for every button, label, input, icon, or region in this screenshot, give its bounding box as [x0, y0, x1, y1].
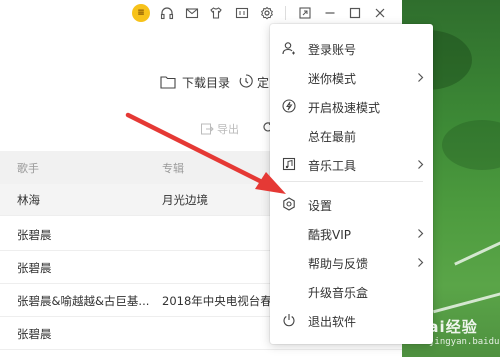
download-dir-button[interactable]: 下载目录 [160, 72, 230, 92]
menu-item-help-feedback[interactable]: 帮助与反馈 [270, 248, 433, 277]
artist-cell: 林海 [17, 193, 40, 207]
lightning-icon [282, 99, 296, 113]
timer-icon[interactable] [238, 73, 254, 89]
export-button[interactable]: 导出 [201, 121, 239, 137]
download-dir-label: 下载目录 [182, 75, 231, 90]
settings-icon [282, 197, 296, 211]
chevron-right-icon [417, 72, 424, 83]
menu-item-label: 帮助与反馈 [308, 257, 369, 271]
menu-item-label: 开启极速模式 [308, 101, 381, 115]
menu-item-settings[interactable]: 设置 [270, 190, 433, 219]
close-icon[interactable] [371, 4, 389, 22]
menu-item-music-tools[interactable]: 音乐工具 [270, 150, 433, 179]
gear-icon[interactable] [258, 4, 276, 22]
column-header-album[interactable]: 专辑 [162, 160, 184, 176]
menu-item-mini-mode[interactable]: 迷你模式 [270, 63, 433, 92]
artist-cell: 张碧晨 [17, 261, 52, 275]
menu-item-login[interactable]: 登录账号 [270, 34, 433, 63]
power-icon [282, 313, 296, 327]
app-window: ≡ 下载目录 定时 导出 歌手 专辑 林海 月光边境 张碧晨 张碧晨 张碧晨&喻… [0, 0, 500, 357]
menu-item-always-on-top[interactable]: 总在最前 [270, 121, 433, 150]
artist-cell: 张碧晨 [17, 327, 52, 341]
restore-icon[interactable] [296, 4, 314, 22]
menu-item-upgrade[interactable]: 升级音乐盒 [270, 277, 433, 306]
headphones-icon[interactable] [158, 4, 176, 22]
chevron-right-icon [417, 159, 424, 170]
maximize-icon[interactable] [346, 4, 364, 22]
mini-player-icon[interactable] [233, 4, 251, 22]
main-menu-dropdown: 登录账号 迷你模式 开启极速模式 总在最前 音乐工具 设置 酷我VIP 帮助与反… [270, 24, 433, 344]
title-bar-divider [285, 6, 286, 20]
chevron-right-icon [417, 257, 424, 268]
watermark-text: Bai经验 [416, 318, 478, 336]
column-header-artist[interactable]: 歌手 [17, 160, 39, 176]
vip-badge-icon[interactable]: ≡ [132, 4, 150, 22]
menu-item-speed-mode[interactable]: 开启极速模式 [270, 92, 433, 121]
paw-icon [399, 319, 415, 333]
menu-item-label: 酷我VIP [308, 228, 351, 242]
music-tool-icon [282, 157, 296, 171]
minimize-icon[interactable] [321, 4, 339, 22]
menu-item-label: 升级音乐盒 [308, 286, 369, 300]
menu-item-kuwo-vip[interactable]: 酷我VIP [270, 219, 433, 248]
menu-item-label: 设置 [308, 199, 333, 213]
menu-item-label: 退出软件 [308, 315, 357, 329]
menu-item-label: 总在最前 [308, 130, 357, 144]
menu-item-label: 迷你模式 [308, 72, 357, 86]
watermark-logo: Bai经验 jingyan.baidu.com [398, 314, 500, 354]
user-icon [282, 41, 296, 55]
chevron-right-icon [417, 228, 424, 239]
album-cell: 月光边境 [162, 193, 208, 207]
watermark-subtext: jingyan.baidu.com [429, 337, 500, 347]
menu-item-label: 音乐工具 [308, 159, 357, 173]
artist-cell: 张碧晨 [17, 228, 52, 242]
menu-item-label: 登录账号 [308, 43, 357, 57]
folder-icon [160, 75, 176, 89]
menu-divider [280, 181, 423, 182]
shirt-icon[interactable] [207, 4, 225, 22]
mail-icon[interactable] [183, 4, 201, 22]
export-icon [201, 123, 214, 135]
artist-cell: 张碧晨&喻越越&古巨基... [17, 294, 150, 308]
export-label: 导出 [217, 123, 239, 136]
